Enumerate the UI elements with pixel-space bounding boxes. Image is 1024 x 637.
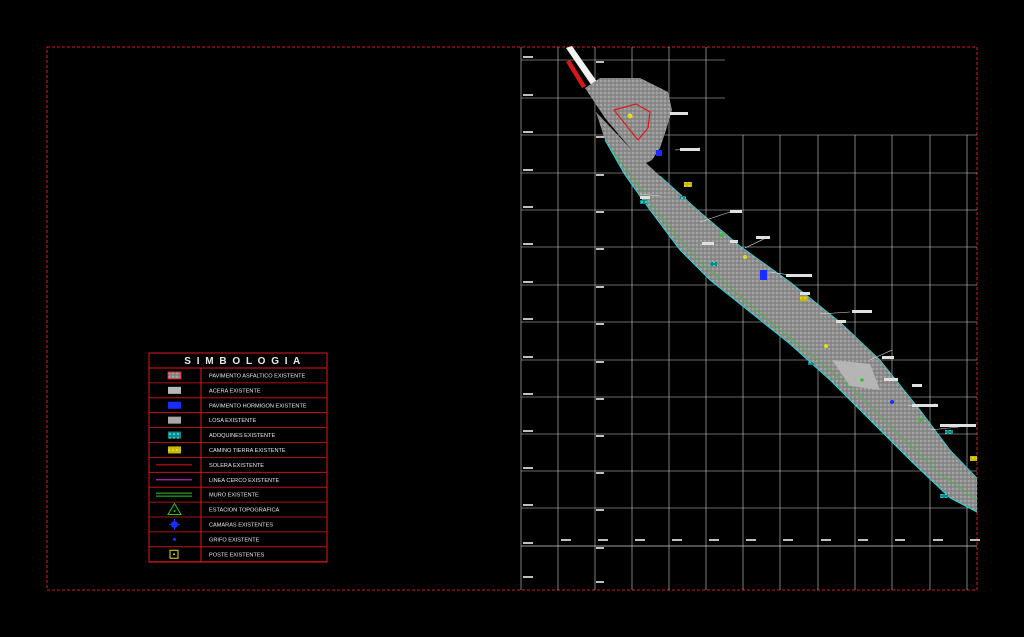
road-corridor bbox=[566, 46, 978, 513]
legend-label: PAVIMENTO HORMIGON EXISTENTE bbox=[209, 403, 307, 409]
sidewalk-icon bbox=[168, 386, 181, 394]
legend-label: PAVIMENTO ASFALTICO EXISTENTE bbox=[209, 373, 306, 379]
legend-label: CAMINO TIERRA EXISTENTE bbox=[209, 448, 286, 454]
hydrant-icon bbox=[172, 537, 177, 541]
coordinate-grid bbox=[520, 47, 977, 590]
cobblestone-icon bbox=[168, 431, 181, 439]
cad-drawing-canvas: S I M B O L O G I A PAVIMENTO ASFALTICO … bbox=[0, 0, 1024, 637]
legend-label: MURO EXISTENTE bbox=[209, 493, 259, 499]
pavement-concrete-icon bbox=[168, 401, 181, 409]
legend-label: ACERA EXISTENTE bbox=[209, 388, 261, 394]
pavement-asphalt-icon bbox=[167, 371, 182, 380]
legend-label: POSTE EXISTENTES bbox=[209, 552, 265, 558]
legend-label: CAMARAS EXISTENTES bbox=[209, 522, 273, 528]
legend-label: SOLERA EXISTENTE bbox=[209, 463, 264, 469]
legend-label: GRIFO EXISTENTE bbox=[209, 537, 260, 543]
legend-title: S I M B O L O G I A bbox=[184, 356, 301, 367]
legend-label: LOSA EXISTENTE bbox=[209, 418, 257, 424]
legend-label: ADOQUINES EXISTENTE bbox=[209, 433, 275, 439]
legend-label: ESTACION TOPOGRAFICA bbox=[209, 508, 280, 514]
legend-label: LINEA CERCO EXISTENTE bbox=[209, 478, 280, 484]
road-strip bbox=[596, 112, 977, 512]
dirt-road-icon bbox=[168, 446, 181, 454]
legend: S I M B O L O G I A PAVIMENTO ASFALTICO … bbox=[148, 352, 328, 563]
slab-icon bbox=[168, 416, 181, 424]
